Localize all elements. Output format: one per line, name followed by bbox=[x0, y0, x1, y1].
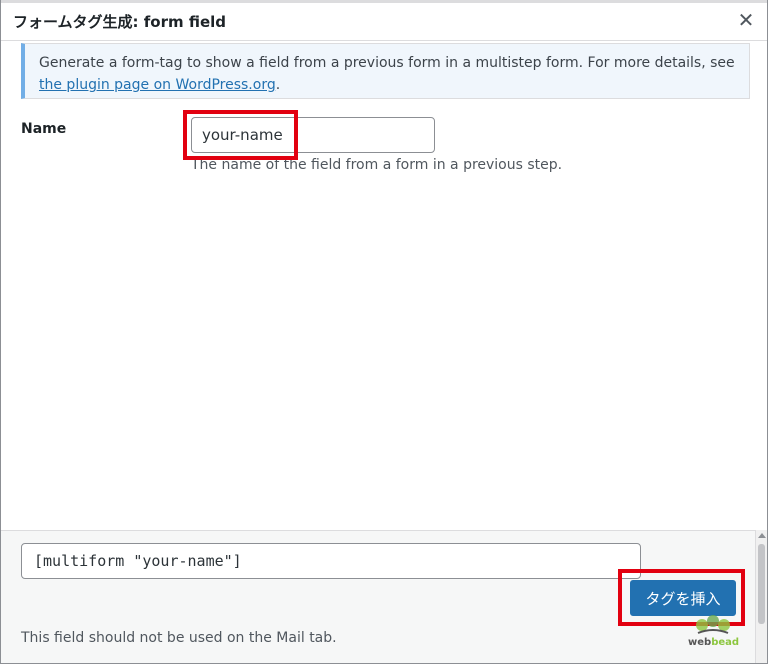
plugin-page-link[interactable]: the plugin page on WordPress.org bbox=[39, 77, 276, 93]
insert-tag-button[interactable]: タグを挿入 bbox=[630, 580, 736, 616]
notice-text-end: . bbox=[275, 77, 281, 93]
name-label: Name bbox=[21, 121, 67, 137]
mail-tab-note: This field should not be used on the Mai… bbox=[21, 630, 337, 646]
notice-text: Generate a form-tag to show a field from… bbox=[39, 55, 735, 71]
dialog-content: Generate a form-tag to show a field from… bbox=[1, 40, 767, 530]
scroll-thumb[interactable] bbox=[758, 544, 765, 624]
dialog-footer: タグを挿入 This field should not be used on t… bbox=[1, 530, 767, 663]
close-icon[interactable]: ✕ bbox=[735, 9, 757, 31]
dialog-title: フォームタグ生成: form field bbox=[13, 13, 227, 31]
name-description: The name of the field from a form in a p… bbox=[191, 157, 563, 173]
tag-output-field[interactable] bbox=[21, 543, 641, 579]
dialog-titlebar: フォームタグ生成: form field ✕ bbox=[1, 0, 767, 40]
footer-scrollbar[interactable] bbox=[755, 530, 767, 663]
tag-generator-dialog: フォームタグ生成: form field ✕ Generate a form-t… bbox=[0, 0, 768, 664]
name-input[interactable] bbox=[191, 117, 435, 153]
info-notice: Generate a form-tag to show a field from… bbox=[21, 43, 750, 99]
scroll-up-arrow-icon[interactable] bbox=[758, 533, 766, 538]
